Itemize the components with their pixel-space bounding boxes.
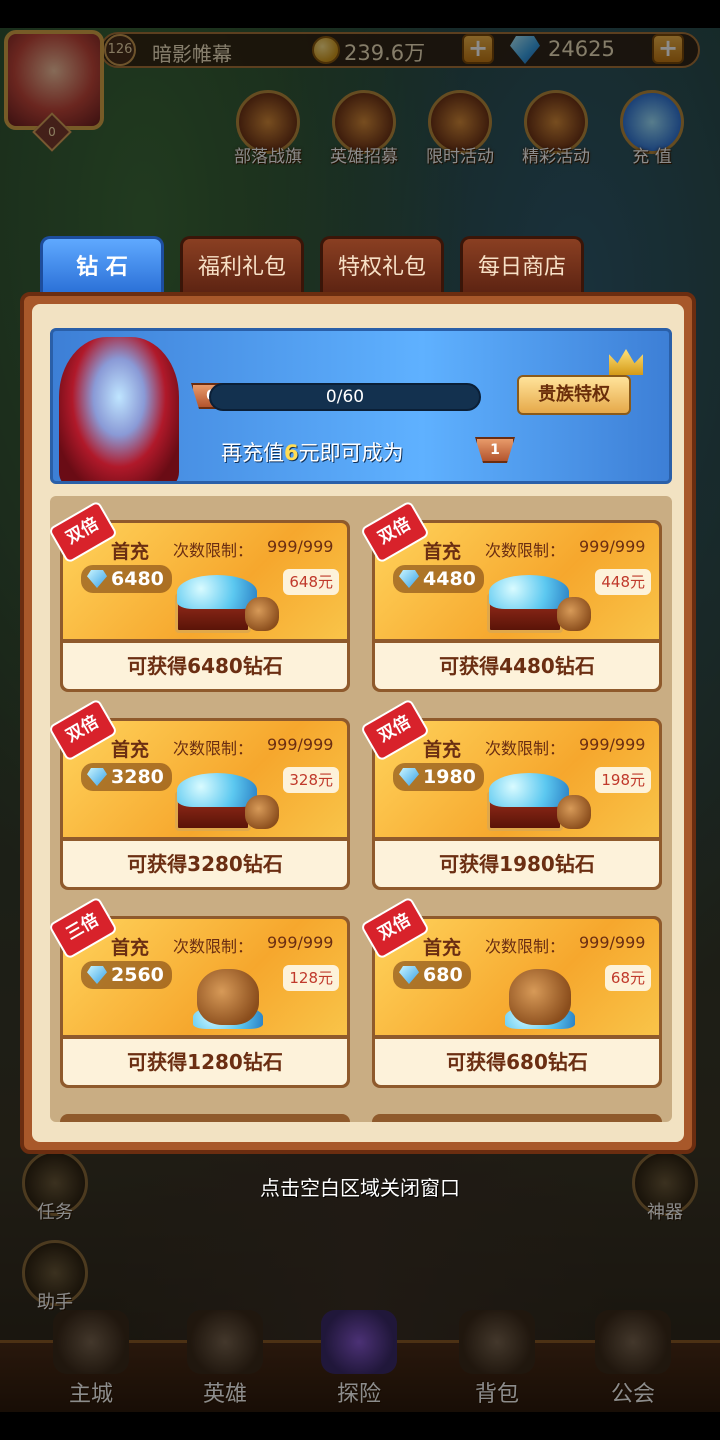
- purchase-limit-value: 999/999: [579, 933, 646, 952]
- price-tag: 648元: [283, 569, 339, 595]
- money-sack: [245, 795, 279, 829]
- tab-privilege-packs[interactable]: 特权礼包: [320, 236, 444, 294]
- gem-count: 3280: [111, 766, 164, 788]
- noble-privilege-button[interactable]: 贵族特权: [517, 375, 631, 415]
- price-tag: 68元: [604, 965, 651, 991]
- reward-text: 可获得4480钻石: [375, 643, 659, 689]
- purchase-limit-label: 次数限制：: [485, 937, 566, 956]
- tip-prefix: 再充值: [221, 441, 284, 465]
- purchase-limit-label: 次数限制：: [173, 937, 254, 956]
- product-card-partial[interactable]: [372, 1114, 662, 1122]
- reward-text: 可获得3280钻石: [63, 841, 347, 887]
- purchase-limit-value: 999/999: [579, 537, 646, 556]
- gem-icon: [87, 768, 107, 786]
- gem-count: 2560: [111, 964, 164, 986]
- gem-icon: [87, 570, 107, 588]
- first-recharge-label: 首充: [111, 739, 150, 761]
- tab-daily-shop[interactable]: 每日商店: [460, 236, 584, 294]
- first-recharge-label: 首充: [423, 937, 462, 959]
- treasure-chest-icon: [167, 569, 279, 633]
- gem-count-badge: 680: [393, 961, 471, 989]
- product-card[interactable]: 双倍 首充 次数限制： 999/999 6480 648元 可获得6480钻石: [50, 500, 350, 692]
- vip-progress-bar: 0/60: [209, 383, 481, 411]
- product-card[interactable]: 双倍 首充 次数限制： 999/999 680 68元 可获得680钻石: [359, 896, 662, 1088]
- purchase-limit-value: 999/999: [267, 933, 334, 952]
- treasure-chest-icon: [479, 767, 591, 831]
- purchase-limit-label: 次数限制：: [485, 541, 566, 560]
- first-recharge-label: 首充: [111, 937, 150, 959]
- purchase-limit-label: 次数限制：: [485, 739, 566, 758]
- gem-icon: [399, 570, 419, 588]
- gem-count: 680: [423, 964, 463, 986]
- money-sack: [197, 969, 259, 1025]
- gem-count: 4480: [423, 568, 476, 590]
- money-sack: [557, 597, 591, 631]
- price-tag: 328元: [283, 767, 339, 793]
- gem-icon: [399, 966, 419, 984]
- gem-count: 6480: [111, 568, 164, 590]
- next-vip-level-badge: 1: [475, 437, 515, 463]
- reward-text: 可获得6480钻石: [63, 643, 347, 689]
- treasure-chest-icon: [167, 767, 279, 831]
- gem-count-badge: 2560: [81, 961, 172, 989]
- treasure-chest-icon: [479, 965, 589, 1029]
- gems-pile: [489, 575, 569, 609]
- product-grid: 双倍 首充 次数限制： 999/999 6480 648元 可获得6480钻石 …: [50, 496, 672, 1122]
- price-tag: 198元: [595, 767, 651, 793]
- money-sack: [245, 597, 279, 631]
- first-recharge-label: 首充: [423, 739, 462, 761]
- reward-text: 可获得1980钻石: [375, 841, 659, 887]
- crown-icon: [609, 349, 643, 375]
- product-card[interactable]: 双倍 首充 次数限制： 999/999 1980 198元 可获得1980钻石: [359, 698, 662, 890]
- purchase-limit-value: 999/999: [267, 735, 334, 754]
- gem-icon: [87, 966, 107, 984]
- purchase-limit-value: 999/999: [267, 537, 334, 556]
- gem-count: 1980: [423, 766, 476, 788]
- purchase-limit-value: 999/999: [579, 735, 646, 754]
- product-card[interactable]: 双倍 首充 次数限制： 999/999 4480 448元 可获得4480钻石: [359, 500, 662, 692]
- gem-icon: [399, 768, 419, 786]
- gem-count-badge: 4480: [393, 565, 484, 593]
- tab-welfare-packs[interactable]: 福利礼包: [180, 236, 304, 294]
- gem-count-badge: 3280: [81, 763, 172, 791]
- treasure-chest-icon: [479, 569, 591, 633]
- price-tag: 448元: [595, 569, 651, 595]
- recharge-tip: 再充值6元即可成为: [221, 437, 404, 467]
- vip-progress-text: 0/60: [325, 387, 365, 407]
- money-sack: [509, 969, 571, 1025]
- vip-banner: 0 0/60 贵族特权 再充值6元即可成为 1: [50, 328, 672, 484]
- gem-count-badge: 6480: [81, 565, 172, 593]
- gems-pile: [177, 575, 257, 609]
- first-recharge-label: 首充: [423, 541, 462, 563]
- product-card[interactable]: 双倍 首充 次数限制： 999/999 3280 328元 可获得3280钻石: [50, 698, 350, 890]
- gem-count-badge: 1980: [393, 763, 484, 791]
- first-recharge-label: 首充: [111, 541, 150, 563]
- money-sack: [557, 795, 591, 829]
- elf-hero-portrait: [59, 337, 179, 481]
- close-hint: 点击空白区域关闭窗口: [260, 1176, 460, 1200]
- purchase-limit-label: 次数限制：: [173, 541, 254, 560]
- tab-diamonds[interactable]: 钻 石: [40, 236, 164, 294]
- shop-panel: 0 0/60 贵族特权 再充值6元即可成为 1 双倍 首充 次数限制： 999/…: [20, 292, 696, 1154]
- treasure-chest-icon: [167, 965, 277, 1029]
- price-tag: 128元: [283, 965, 339, 991]
- tip-amount: 6: [284, 441, 299, 465]
- gems-pile: [489, 773, 569, 807]
- product-card-partial[interactable]: [60, 1114, 350, 1122]
- product-card[interactable]: 三倍 首充 次数限制： 999/999 2560 128元 可获得1280钻石: [50, 896, 350, 1088]
- purchase-limit-label: 次数限制：: [173, 739, 254, 758]
- tip-suffix: 元即可成为: [298, 441, 404, 465]
- reward-text: 可获得1280钻石: [63, 1039, 347, 1085]
- gems-pile: [177, 773, 257, 807]
- reward-text: 可获得680钻石: [375, 1039, 659, 1085]
